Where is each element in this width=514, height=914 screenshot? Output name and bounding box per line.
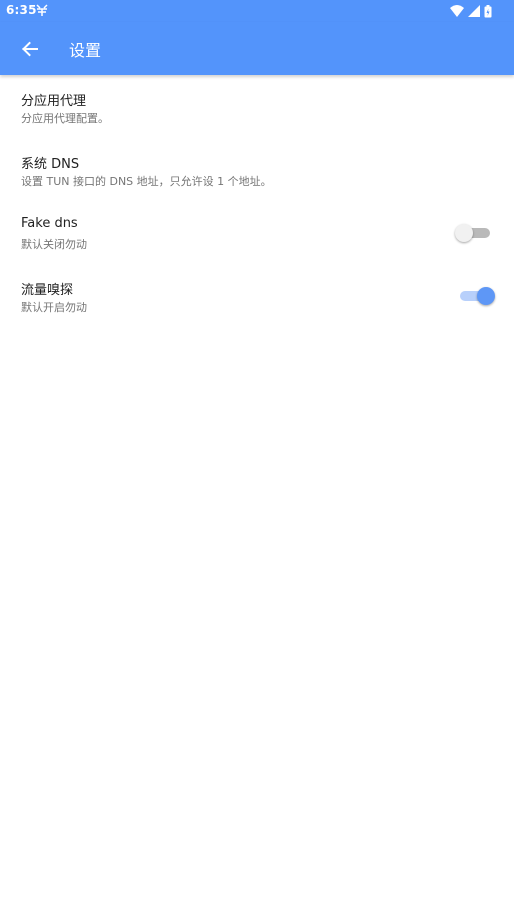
setting-subtitle: 分应用代理配置。 [21,112,109,125]
setting-system-dns[interactable]: 系统 DNS 设置 TUN 接口的 DNS 地址，只允许设 1 个地址。 [0,138,514,201]
setting-title: Fake dns [21,216,78,231]
setting-traffic-sniffing[interactable]: 流量嗅探 默认开启勿动 [0,264,514,327]
app-bar: 设置 [0,22,514,75]
status-icons [450,4,492,18]
status-bar: 6:35 [0,0,514,22]
setting-subtitle: 默认开启勿动 [21,301,87,314]
notification-icon [36,4,48,16]
battery-icon [484,4,492,17]
setting-subtitle: 设置 TUN 接口的 DNS 地址，只允许设 1 个地址。 [21,175,272,188]
setting-fake-dns[interactable]: Fake dns 默认关闭勿动 [0,201,514,264]
switch-thumb [455,224,473,242]
page-title: 设置 [69,41,102,60]
wifi-icon [450,5,464,17]
settings-list: 分应用代理 分应用代理配置。 系统 DNS 设置 TUN 接口的 DNS 地址，… [0,75,514,327]
fake-dns-toggle[interactable] [455,224,490,242]
signal-icon [468,5,480,17]
status-time: 6:35 [6,3,37,17]
setting-title: 分应用代理 [21,94,87,109]
setting-title: 流量嗅探 [21,283,74,298]
traffic-sniffing-toggle[interactable] [460,287,495,305]
setting-per-app-proxy[interactable]: 分应用代理 分应用代理配置。 [0,75,514,138]
switch-thumb [477,287,495,305]
setting-title: 系统 DNS [21,157,80,172]
setting-subtitle: 默认关闭勿动 [21,238,87,251]
arrow-back-icon [22,41,38,57]
back-button[interactable] [14,33,46,65]
